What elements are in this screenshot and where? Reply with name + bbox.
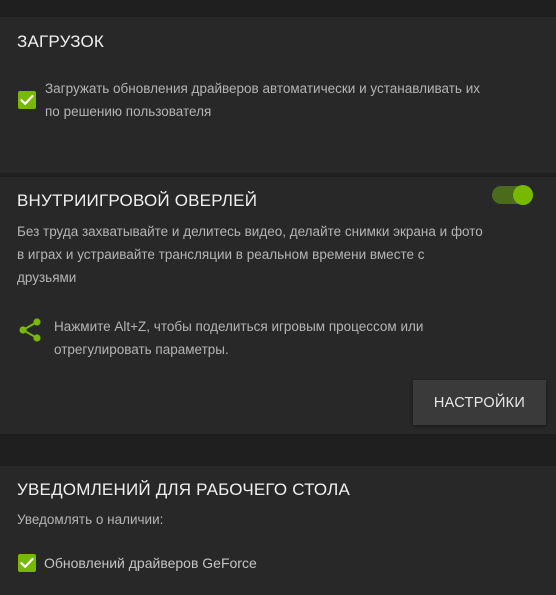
overlay-description-line1: Без труда захватывайте и делитесь видео,… <box>17 224 483 239</box>
overlay-description-line2: в играх и устраивайте трансляции в реаль… <box>17 247 425 262</box>
notifications-section-title: УВЕДОМЛЕНИЙ ДЛЯ РАБОЧЕГО СТОЛА <box>17 480 351 499</box>
auto-update-checkbox[interactable] <box>18 91 36 109</box>
download-section-title: ЗАГРУЗОК <box>17 32 105 51</box>
settings-button[interactable]: НАСТРОЙКИ <box>413 380 546 425</box>
overlay-tip-line2: отрегулировать параметры. <box>54 342 229 357</box>
driver-updates-label[interactable]: Обновлений драйверов GeForce <box>44 552 257 575</box>
overlay-description: Без труда захватывайте и делитесь видео,… <box>17 220 483 289</box>
share-icon <box>19 318 41 342</box>
overlay-section-title: ВНУТРИИГРОВОЙ ОВЕРЛЕЙ <box>17 191 258 210</box>
overlay-tip: Нажмите Alt+Z, чтобы поделиться игровым … <box>54 315 423 361</box>
auto-update-label-line2: по решению пользователя <box>45 104 212 119</box>
overlay-description-line3: друзьями <box>17 270 77 285</box>
settings-page: ЗАГРУЗОК Загружать обновления драйверов … <box>0 0 556 595</box>
checkmark-icon <box>20 557 34 568</box>
toggle-knob <box>513 185 533 205</box>
checkmark-icon <box>20 94 34 105</box>
overlay-toggle[interactable] <box>492 185 533 205</box>
auto-update-label[interactable]: Загружать обновления драйверов автоматич… <box>45 77 480 123</box>
driver-updates-checkbox[interactable] <box>18 554 36 572</box>
overlay-tip-line1: Нажмите Alt+Z, чтобы поделиться игровым … <box>54 319 424 334</box>
auto-update-label-line1: Загружать обновления драйверов автоматич… <box>45 81 481 96</box>
notifications-subtitle: Уведомлять о наличии: <box>17 512 164 527</box>
